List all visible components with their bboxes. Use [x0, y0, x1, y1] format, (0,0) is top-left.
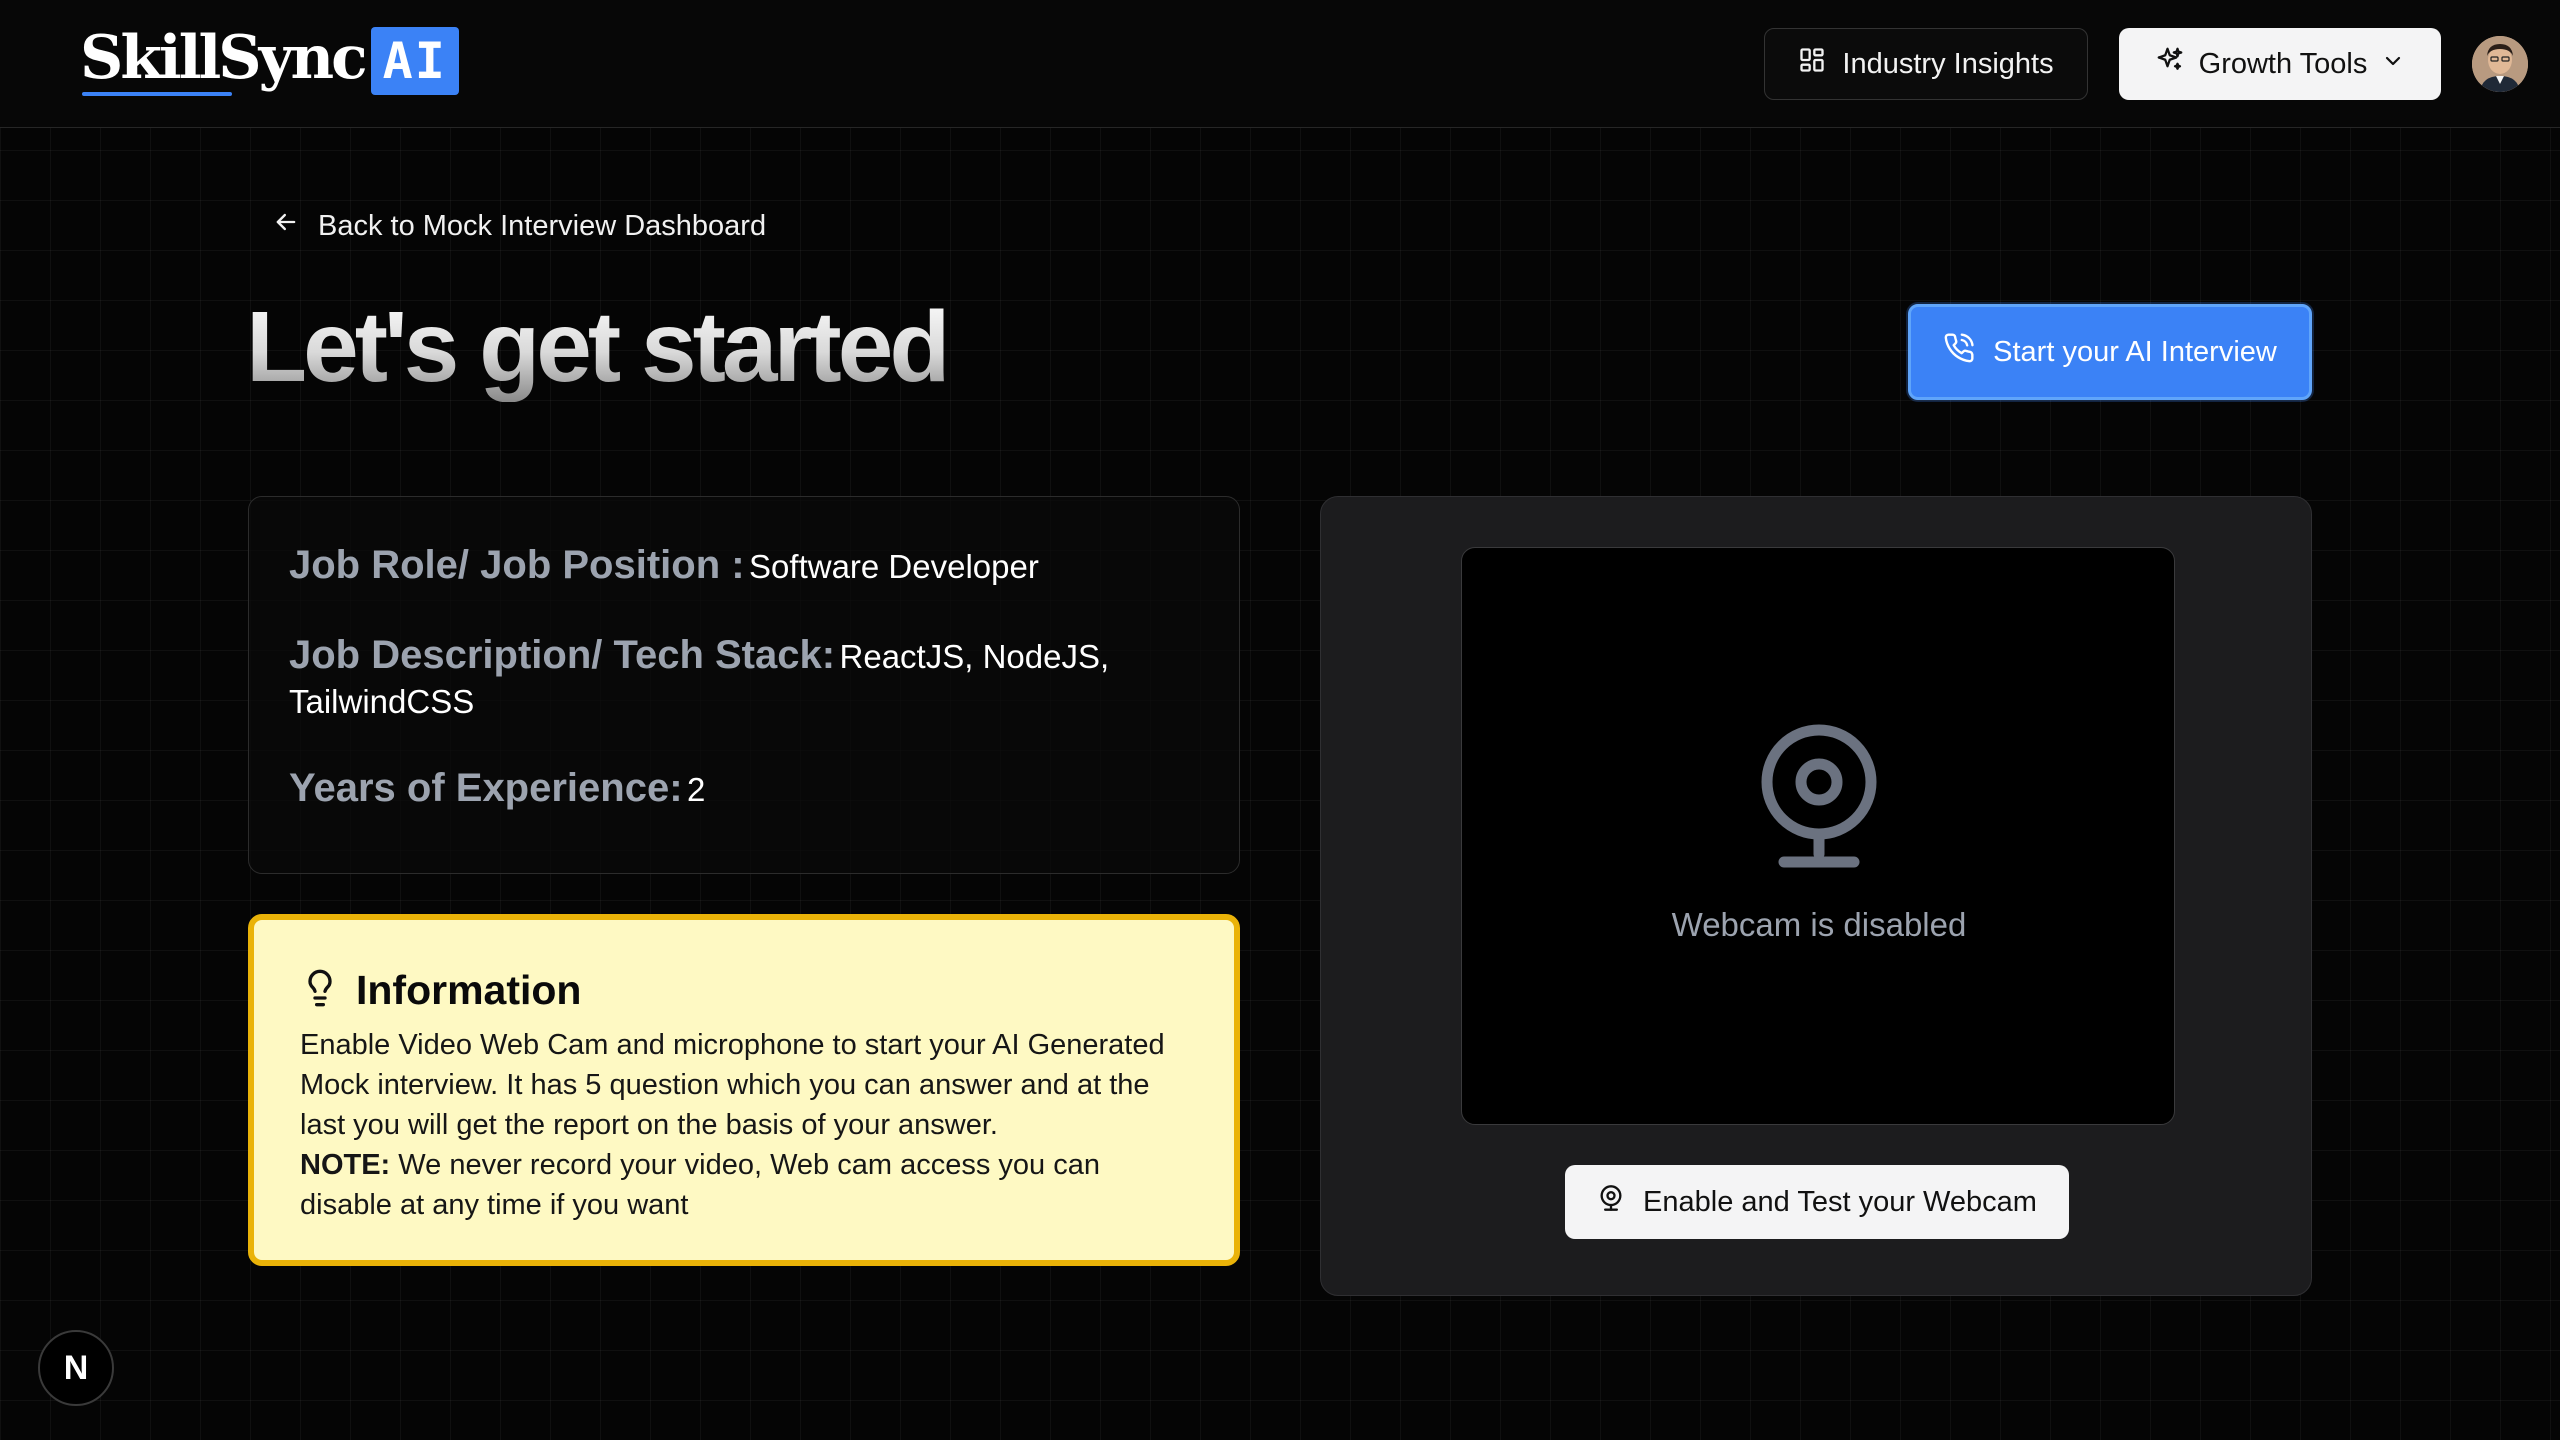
job-role-value: Software Developer	[749, 548, 1039, 585]
arrow-left-icon	[272, 208, 300, 244]
information-body: Enable Video Web Cam and microphone to s…	[300, 1025, 1194, 1225]
job-role-row: Job Role/ Job Position : Software Develo…	[289, 539, 1199, 591]
user-avatar[interactable]	[2472, 36, 2528, 92]
logo-badge: AI	[370, 27, 459, 95]
logo[interactable]: SkillSync AI	[80, 26, 459, 96]
information-box: Information Enable Video Web Cam and mic…	[248, 914, 1240, 1266]
information-title: Information	[356, 967, 582, 1013]
phone-call-icon	[1943, 332, 1975, 372]
experience-label: Years of Experience:	[289, 765, 683, 810]
start-interview-button[interactable]: Start your AI Interview	[1908, 304, 2312, 400]
nextjs-dev-badge[interactable]: N	[38, 1330, 114, 1406]
enable-webcam-label: Enable and Test your Webcam	[1643, 1185, 2037, 1218]
sparkles-icon	[2155, 45, 2185, 83]
chevron-down-icon	[2381, 48, 2405, 81]
job-description-row: Job Description/ Tech Stack: ReactJS, No…	[289, 629, 1199, 724]
logo-word-text: SkillSync	[80, 23, 368, 93]
back-to-dashboard-link[interactable]: Back to Mock Interview Dashboard	[272, 208, 766, 244]
logo-underline	[82, 92, 232, 96]
growth-tools-label: Growth Tools	[2198, 47, 2368, 80]
logo-wordmark: SkillSync	[80, 28, 368, 96]
industry-insights-label: Industry Insights	[1842, 47, 2054, 80]
back-link-label: Back to Mock Interview Dashboard	[318, 209, 767, 242]
information-header: Information	[300, 966, 1194, 1015]
lightbulb-icon	[300, 966, 340, 1015]
job-role-label: Job Role/ Job Position :	[289, 543, 745, 587]
job-details-card: Job Role/ Job Position : Software Develo…	[248, 496, 1240, 874]
experience-value: 2	[687, 770, 706, 808]
note-label: NOTE:	[300, 1149, 391, 1181]
growth-tools-dropdown[interactable]: Growth Tools	[2119, 28, 2441, 100]
job-description-label: Job Description/ Tech Stack:	[289, 633, 836, 677]
webcam-icon	[1756, 724, 1882, 874]
top-nav: SkillSync AI Industry Insights Growth To…	[0, 0, 2560, 128]
start-interview-label: Start your AI Interview	[1993, 335, 2277, 368]
industry-insights-button[interactable]: Industry Insights	[1764, 28, 2088, 100]
nextjs-logo-letter: N	[63, 1348, 89, 1387]
information-text: Enable Video Web Cam and microphone to s…	[300, 1029, 1165, 1141]
webcam-icon	[1597, 1184, 1625, 1220]
grid-icon	[1798, 46, 1826, 82]
experience-row: Years of Experience: 2	[289, 762, 1199, 814]
webcam-panel: Webcam is disabled Enable and Test your …	[1320, 496, 2312, 1296]
enable-webcam-button[interactable]: Enable and Test your Webcam	[1565, 1165, 2069, 1239]
page-title: Let's get started	[246, 291, 950, 403]
page: SkillSync AI Industry Insights Growth To…	[0, 0, 2560, 1440]
note-text: We never record your video, Web cam acce…	[300, 1149, 1100, 1221]
webcam-preview: Webcam is disabled	[1461, 547, 2175, 1125]
webcam-status-text: Webcam is disabled	[1671, 906, 1967, 943]
